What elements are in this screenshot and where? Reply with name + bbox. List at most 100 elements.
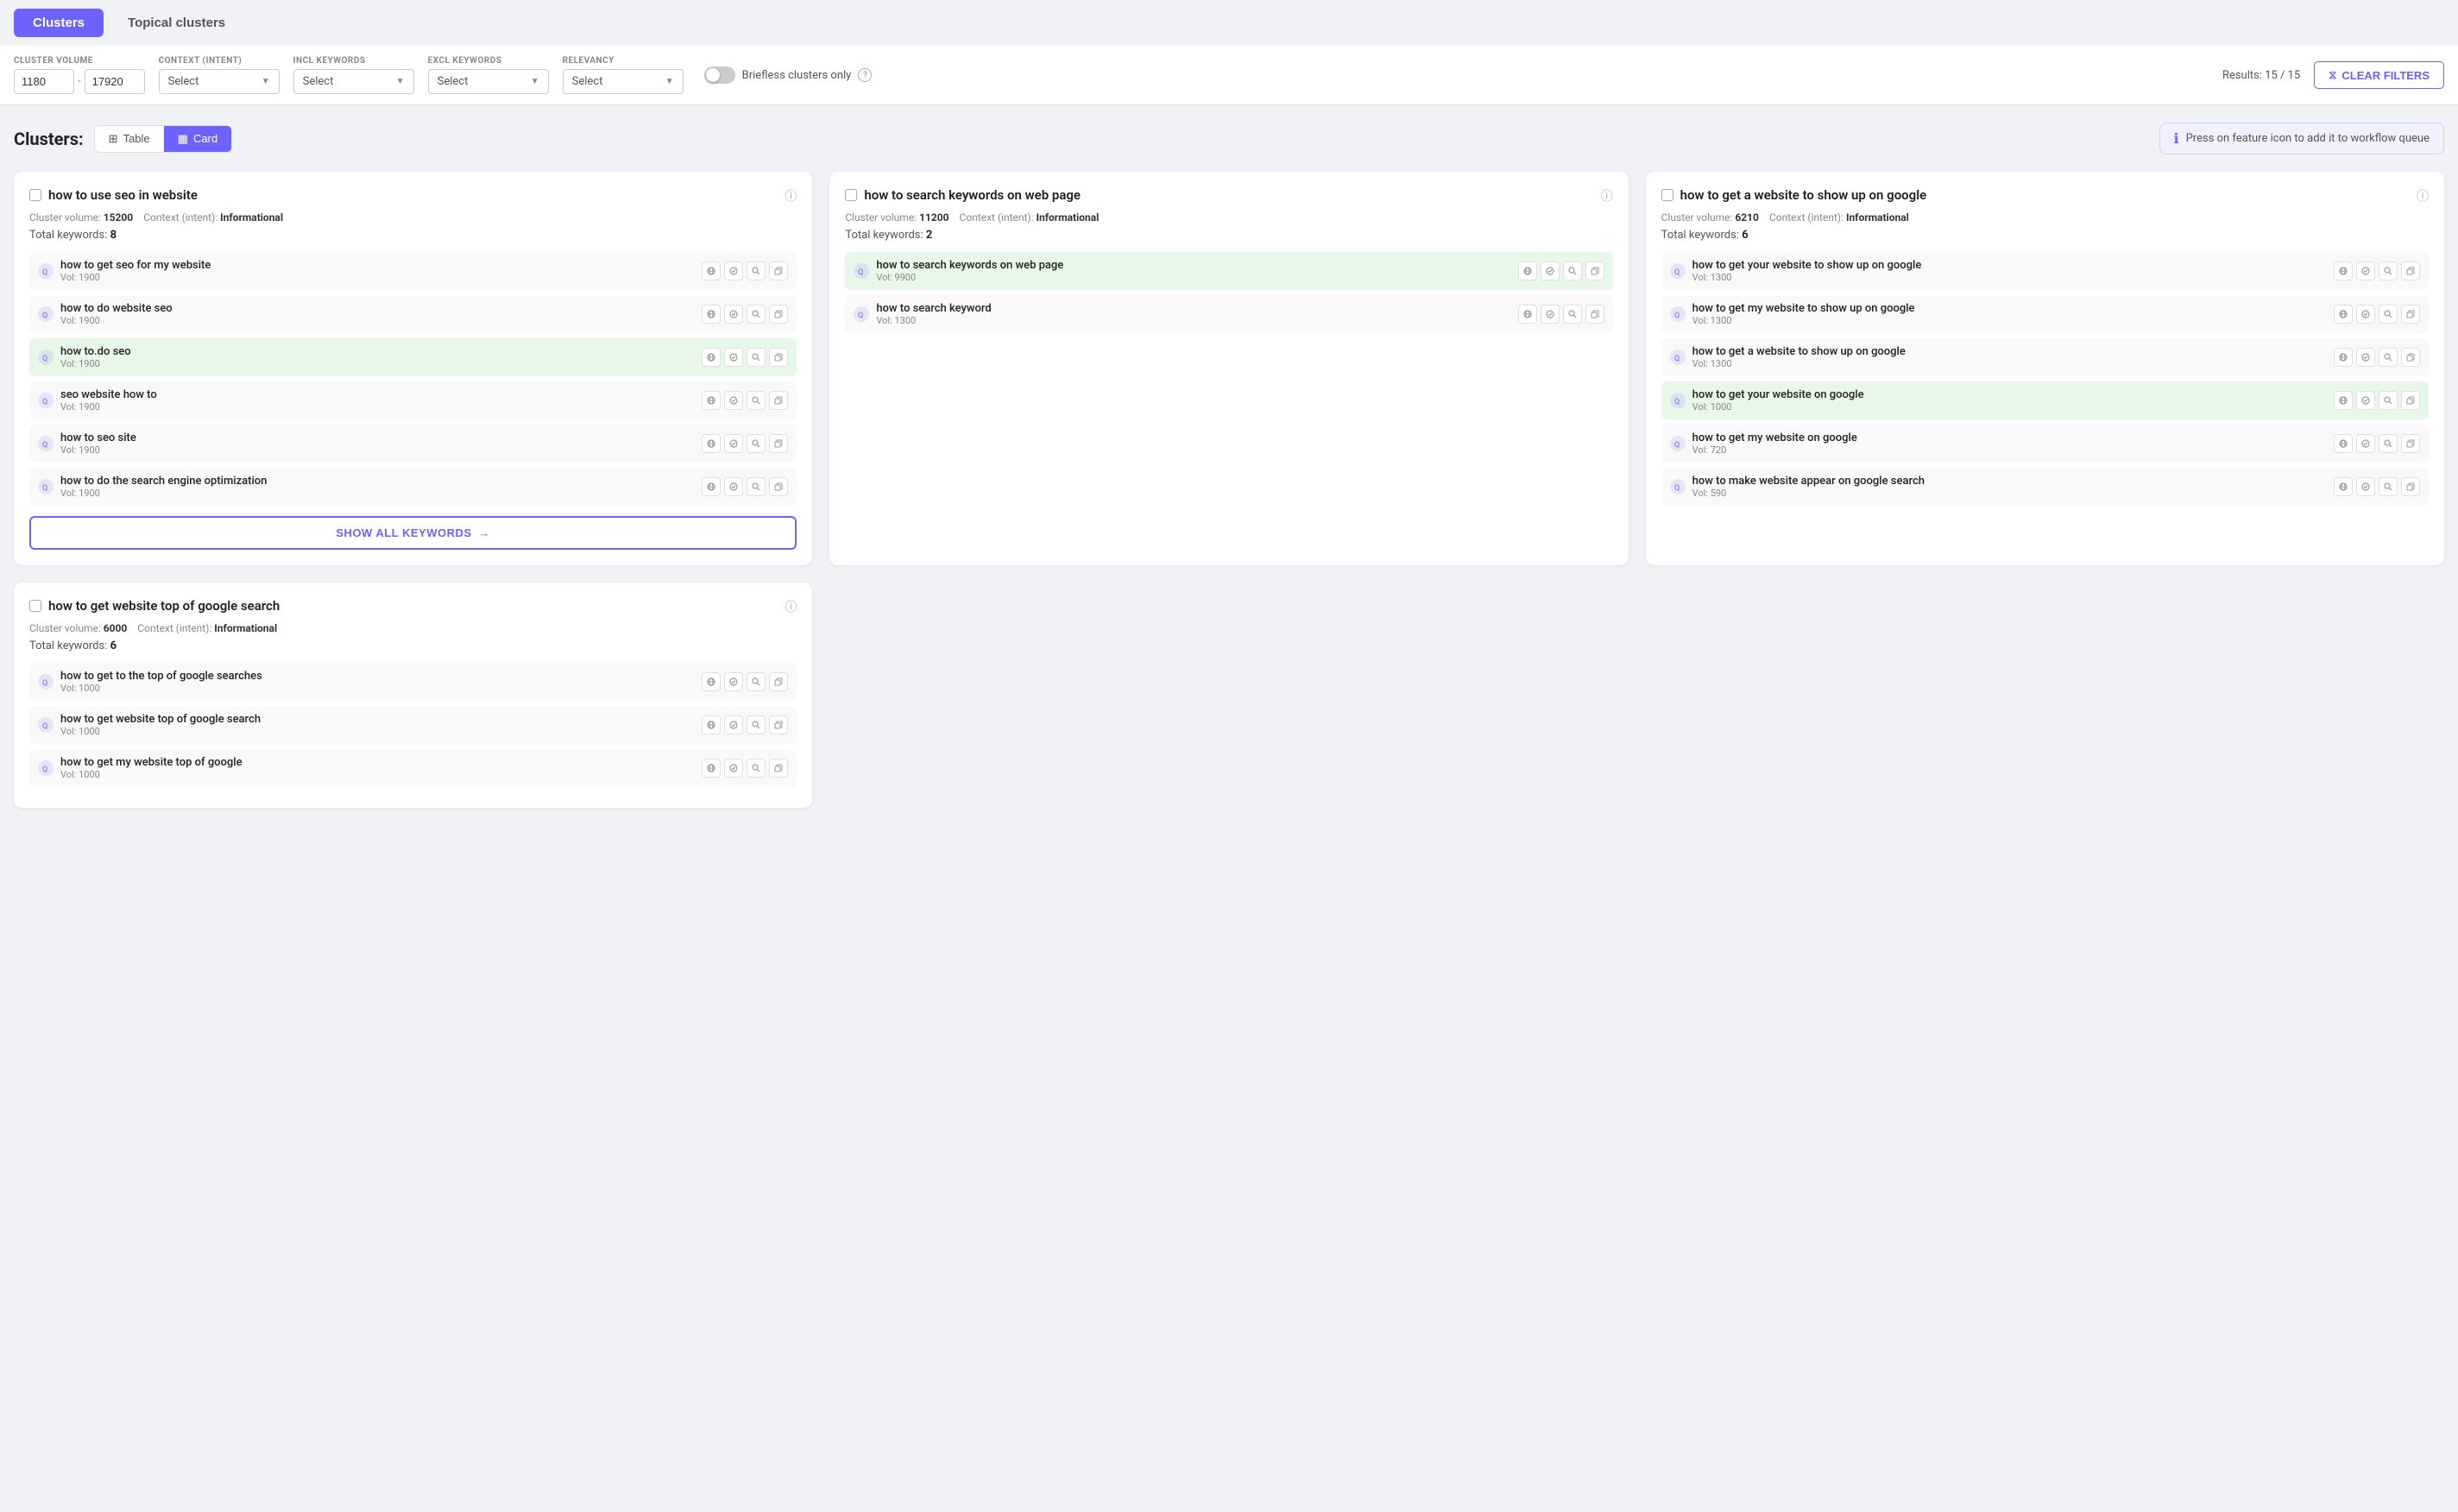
action-copy-icon[interactable] xyxy=(1585,261,1604,280)
card-meta: Cluster volume: 6210 Context (intent): I… xyxy=(1661,211,2429,224)
action-web-icon[interactable] xyxy=(702,391,721,410)
action-check-icon[interactable] xyxy=(1541,261,1560,280)
action-web-icon[interactable] xyxy=(1518,261,1537,280)
action-check-icon[interactable] xyxy=(2356,391,2375,410)
svg-text:Q: Q xyxy=(42,312,47,318)
action-copy-icon[interactable] xyxy=(1585,305,1604,324)
action-web-icon[interactable] xyxy=(702,672,721,691)
action-check-icon[interactable] xyxy=(724,434,743,453)
action-web-icon[interactable] xyxy=(2334,434,2353,453)
action-search-icon[interactable] xyxy=(747,305,766,324)
action-search-icon[interactable] xyxy=(747,391,766,410)
action-check-icon[interactable] xyxy=(724,477,743,496)
action-copy-icon[interactable] xyxy=(2401,477,2420,496)
volume-min-input[interactable] xyxy=(14,69,74,94)
keyword-row: Q how to get your website to show up on … xyxy=(1661,252,2429,290)
action-web-icon[interactable] xyxy=(2334,348,2353,367)
keyword-text-block: how to get my website to show up on goog… xyxy=(1692,302,2327,326)
card-info-icon[interactable]: ⓘ xyxy=(785,598,797,615)
cluster-volume-meta: Cluster volume: 15200 xyxy=(29,211,133,224)
action-copy-icon[interactable] xyxy=(769,305,788,324)
action-web-icon[interactable] xyxy=(702,348,721,367)
action-search-icon[interactable] xyxy=(747,715,766,734)
action-search-icon[interactable] xyxy=(747,348,766,367)
action-copy-icon[interactable] xyxy=(769,261,788,280)
action-web-icon[interactable] xyxy=(702,261,721,280)
action-copy-icon[interactable] xyxy=(769,348,788,367)
volume-max-input[interactable] xyxy=(85,69,145,94)
incl-keywords-select[interactable]: Select ▼ xyxy=(293,69,414,94)
action-search-icon[interactable] xyxy=(2379,348,2398,367)
action-copy-icon[interactable] xyxy=(769,715,788,734)
keyword-actions xyxy=(1518,261,1604,280)
action-web-icon[interactable] xyxy=(2334,391,2353,410)
action-search-icon[interactable] xyxy=(747,759,766,778)
action-web-icon[interactable] xyxy=(1518,305,1537,324)
action-copy-icon[interactable] xyxy=(769,759,788,778)
action-web-icon[interactable] xyxy=(702,715,721,734)
action-copy-icon[interactable] xyxy=(769,477,788,496)
show-all-keywords-button[interactable]: SHOW ALL KEYWORDS → xyxy=(29,516,797,550)
action-copy-icon[interactable] xyxy=(2401,348,2420,367)
action-search-icon[interactable] xyxy=(747,434,766,453)
card-meta: Cluster volume: 11200 Context (intent): … xyxy=(845,211,1612,224)
card-checkbox[interactable] xyxy=(29,189,41,201)
action-search-icon[interactable] xyxy=(2379,261,2398,280)
action-web-icon[interactable] xyxy=(2334,477,2353,496)
action-search-icon[interactable] xyxy=(2379,305,2398,324)
action-copy-icon[interactable] xyxy=(2401,391,2420,410)
action-search-icon[interactable] xyxy=(2379,391,2398,410)
action-search-icon[interactable] xyxy=(2379,434,2398,453)
action-check-icon[interactable] xyxy=(724,759,743,778)
card-checkbox[interactable] xyxy=(29,600,41,612)
briefless-help-icon[interactable]: ? xyxy=(858,68,872,82)
action-web-icon[interactable] xyxy=(2334,305,2353,324)
clear-filters-button[interactable]: ⧖ CLEAR FILTERS xyxy=(2314,61,2444,89)
action-check-icon[interactable] xyxy=(2356,348,2375,367)
action-check-icon[interactable] xyxy=(724,348,743,367)
action-check-icon[interactable] xyxy=(724,261,743,280)
card-checkbox[interactable] xyxy=(845,189,857,201)
action-web-icon[interactable] xyxy=(702,434,721,453)
action-check-icon[interactable] xyxy=(2356,477,2375,496)
briefless-toggle[interactable] xyxy=(704,66,735,84)
relevancy-select[interactable]: Select ▼ xyxy=(563,69,684,94)
action-search-icon[interactable] xyxy=(1563,305,1582,324)
action-web-icon[interactable] xyxy=(2334,261,2353,280)
tab-topical-clusters[interactable]: Topical clusters xyxy=(109,9,244,37)
excl-keywords-select[interactable]: Select ▼ xyxy=(428,69,549,94)
card-view-button[interactable]: ▦ Card xyxy=(164,126,231,152)
keyword-actions xyxy=(2334,434,2420,453)
action-copy-icon[interactable] xyxy=(769,672,788,691)
action-check-icon[interactable] xyxy=(724,305,743,324)
action-web-icon[interactable] xyxy=(702,759,721,778)
action-search-icon[interactable] xyxy=(2379,477,2398,496)
action-check-icon[interactable] xyxy=(724,672,743,691)
action-check-icon[interactable] xyxy=(2356,305,2375,324)
card-info-icon[interactable]: ⓘ xyxy=(1601,187,1613,205)
action-check-icon[interactable] xyxy=(1541,305,1560,324)
cluster-card-3: how to get a website to show up on googl… xyxy=(1646,172,2444,565)
action-search-icon[interactable] xyxy=(747,672,766,691)
action-copy-icon[interactable] xyxy=(769,391,788,410)
action-copy-icon[interactable] xyxy=(2401,305,2420,324)
action-web-icon[interactable] xyxy=(702,305,721,324)
card-checkbox[interactable] xyxy=(1661,189,1673,201)
tab-clusters[interactable]: Clusters xyxy=(14,9,104,37)
action-check-icon[interactable] xyxy=(724,391,743,410)
svg-text:Q: Q xyxy=(42,398,47,405)
action-check-icon[interactable] xyxy=(2356,434,2375,453)
action-copy-icon[interactable] xyxy=(769,434,788,453)
action-web-icon[interactable] xyxy=(702,477,721,496)
card-info-icon[interactable]: ⓘ xyxy=(785,187,797,205)
action-search-icon[interactable] xyxy=(1563,261,1582,280)
action-check-icon[interactable] xyxy=(724,715,743,734)
action-copy-icon[interactable] xyxy=(2401,434,2420,453)
action-check-icon[interactable] xyxy=(2356,261,2375,280)
action-search-icon[interactable] xyxy=(747,477,766,496)
action-copy-icon[interactable] xyxy=(2401,261,2420,280)
card-info-icon[interactable]: ⓘ xyxy=(2417,187,2429,205)
context-intent-select[interactable]: Select ▼ xyxy=(159,69,280,94)
action-search-icon[interactable] xyxy=(747,261,766,280)
table-view-button[interactable]: ⊞ Table xyxy=(95,126,164,152)
